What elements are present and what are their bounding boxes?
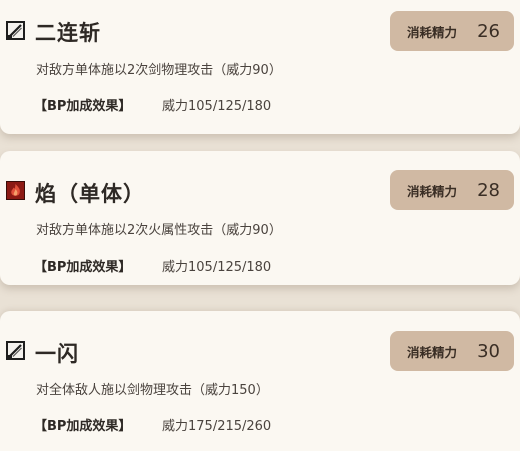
sp-cost-value: 30	[477, 340, 500, 362]
sp-cost-badge: 消耗精力 28	[390, 170, 514, 210]
sp-cost-label: 消耗精力	[407, 344, 458, 360]
bp-bonus-value: 威力105/125/180	[162, 260, 272, 275]
bp-bonus-label: 【BP加成效果】	[34, 99, 132, 114]
sp-cost-badge: 消耗精力 26	[390, 11, 514, 51]
skill-description: 对敌方单体施以2次剑物理攻击（威力90）	[36, 63, 282, 78]
bp-bonus-label: 【BP加成效果】	[34, 419, 132, 434]
fire-icon	[6, 181, 25, 200]
sword-icon	[6, 341, 25, 360]
sword-icon	[6, 21, 25, 40]
bp-bonus-value: 威力105/125/180	[162, 99, 272, 114]
skill-card[interactable]: 二连斩 对敌方单体施以2次剑物理攻击（威力90） 【BP加成效果】 威力105/…	[0, 0, 520, 134]
bp-bonus-label: 【BP加成效果】	[34, 260, 132, 275]
sp-cost-badge: 消耗精力 30	[390, 331, 514, 371]
skill-description: 对敌方单体施以2次火属性攻击（威力90）	[36, 223, 282, 238]
skill-name: 二连斩	[35, 21, 101, 45]
sp-cost-label: 消耗精力	[407, 24, 458, 40]
sp-cost-label: 消耗精力	[407, 183, 458, 199]
skill-description: 对全体敌人施以剑物理攻击（威力150）	[36, 383, 269, 398]
skill-name: 一闪	[35, 342, 79, 366]
bp-bonus-value: 威力175/215/260	[162, 419, 272, 434]
skill-card[interactable]: 焰（单体） 对敌方单体施以2次火属性攻击（威力90） 【BP加成效果】 威力10…	[0, 151, 520, 285]
sp-cost-value: 28	[477, 179, 500, 201]
skill-card[interactable]: 一闪 对全体敌人施以剑物理攻击（威力150） 【BP加成效果】 威力175/21…	[0, 311, 520, 451]
sp-cost-value: 26	[477, 20, 500, 42]
skill-name: 焰（单体）	[35, 182, 145, 206]
